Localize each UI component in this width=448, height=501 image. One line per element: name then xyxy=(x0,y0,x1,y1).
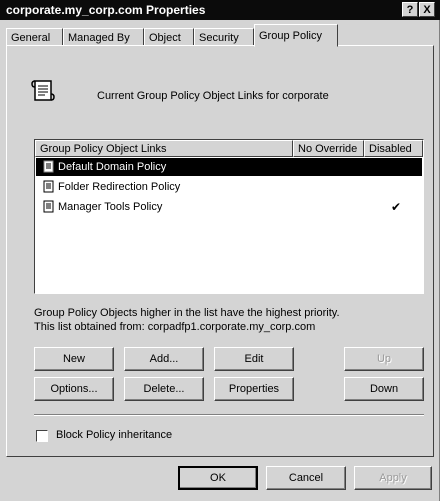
divider xyxy=(34,414,424,416)
close-button[interactable]: X xyxy=(419,2,435,17)
list-item[interactable]: Default Domain Policy xyxy=(36,158,422,176)
new-button-label: New xyxy=(62,353,85,365)
apply-button[interactable]: Apply xyxy=(354,466,432,490)
column-header-disabled[interactable]: Disabled xyxy=(364,140,423,157)
down-button-label: Down xyxy=(369,383,399,395)
tab-general[interactable]: General xyxy=(6,28,63,46)
list-item-label: Manager Tools Policy xyxy=(58,201,163,213)
list-item[interactable]: Manager Tools Policy ✔ xyxy=(36,198,422,216)
options-button[interactable]: Options... xyxy=(34,377,114,401)
scroll-icon xyxy=(43,200,54,213)
edit-button-label: Edit xyxy=(244,353,264,365)
scroll-icon xyxy=(43,180,54,193)
delete-button[interactable]: Delete... xyxy=(124,377,204,401)
options-button-label: Options... xyxy=(50,383,98,395)
list-item[interactable]: Folder Redirection Policy xyxy=(36,178,422,196)
cancel-button-label: Cancel xyxy=(288,472,324,484)
properties-dialog: corporate.my_corp.com Properties ? X Gen… xyxy=(0,0,440,501)
title-bar: corporate.my_corp.com Properties ? X xyxy=(0,0,440,20)
add-button-label: Add... xyxy=(149,353,179,365)
list-item-label: Default Domain Policy xyxy=(58,161,167,173)
down-button[interactable]: Down xyxy=(344,377,424,401)
tab-managed-by[interactable]: Managed By xyxy=(63,28,144,46)
ok-button-label: OK xyxy=(210,472,226,484)
list-item-label: Folder Redirection Policy xyxy=(58,181,181,193)
tab-group-policy[interactable]: Group Policy xyxy=(254,24,338,47)
tab-object[interactable]: Object xyxy=(144,28,194,46)
apply-button-label: Apply xyxy=(379,472,407,484)
block-inheritance-label: Block Policy inheritance xyxy=(56,429,173,441)
edit-button[interactable]: Edit xyxy=(214,347,294,371)
properties-button[interactable]: Properties xyxy=(214,377,294,401)
add-button[interactable]: Add... xyxy=(124,347,204,371)
window-title: corporate.my_corp.com Properties xyxy=(6,3,206,17)
up-button-label: Up xyxy=(376,353,392,365)
properties-button-label: Properties xyxy=(228,383,280,395)
new-button[interactable]: New xyxy=(34,347,114,371)
scroll-icon xyxy=(31,80,55,101)
ok-button[interactable]: OK xyxy=(178,466,258,490)
delete-button-label: Delete... xyxy=(143,383,185,395)
tab-security[interactable]: Security xyxy=(194,28,254,46)
block-inheritance-checkbox[interactable] xyxy=(36,430,48,442)
column-header-no-override[interactable]: No Override xyxy=(293,140,364,157)
help-button[interactable]: ? xyxy=(402,2,418,17)
header-text: Current Group Policy Object Links for co… xyxy=(97,90,329,102)
up-button[interactable]: Up xyxy=(344,347,424,371)
check-icon: ✔ xyxy=(391,200,402,214)
source-note: This list obtained from: corpadfp1.corpo… xyxy=(34,321,316,333)
gpo-links-list[interactable]: Group Policy Object Links No Override Di… xyxy=(34,139,424,294)
priority-note: Group Policy Objects higher in the list … xyxy=(34,307,340,319)
scroll-icon xyxy=(43,160,54,173)
column-header-links[interactable]: Group Policy Object Links xyxy=(35,140,293,157)
cancel-button[interactable]: Cancel xyxy=(266,466,346,490)
